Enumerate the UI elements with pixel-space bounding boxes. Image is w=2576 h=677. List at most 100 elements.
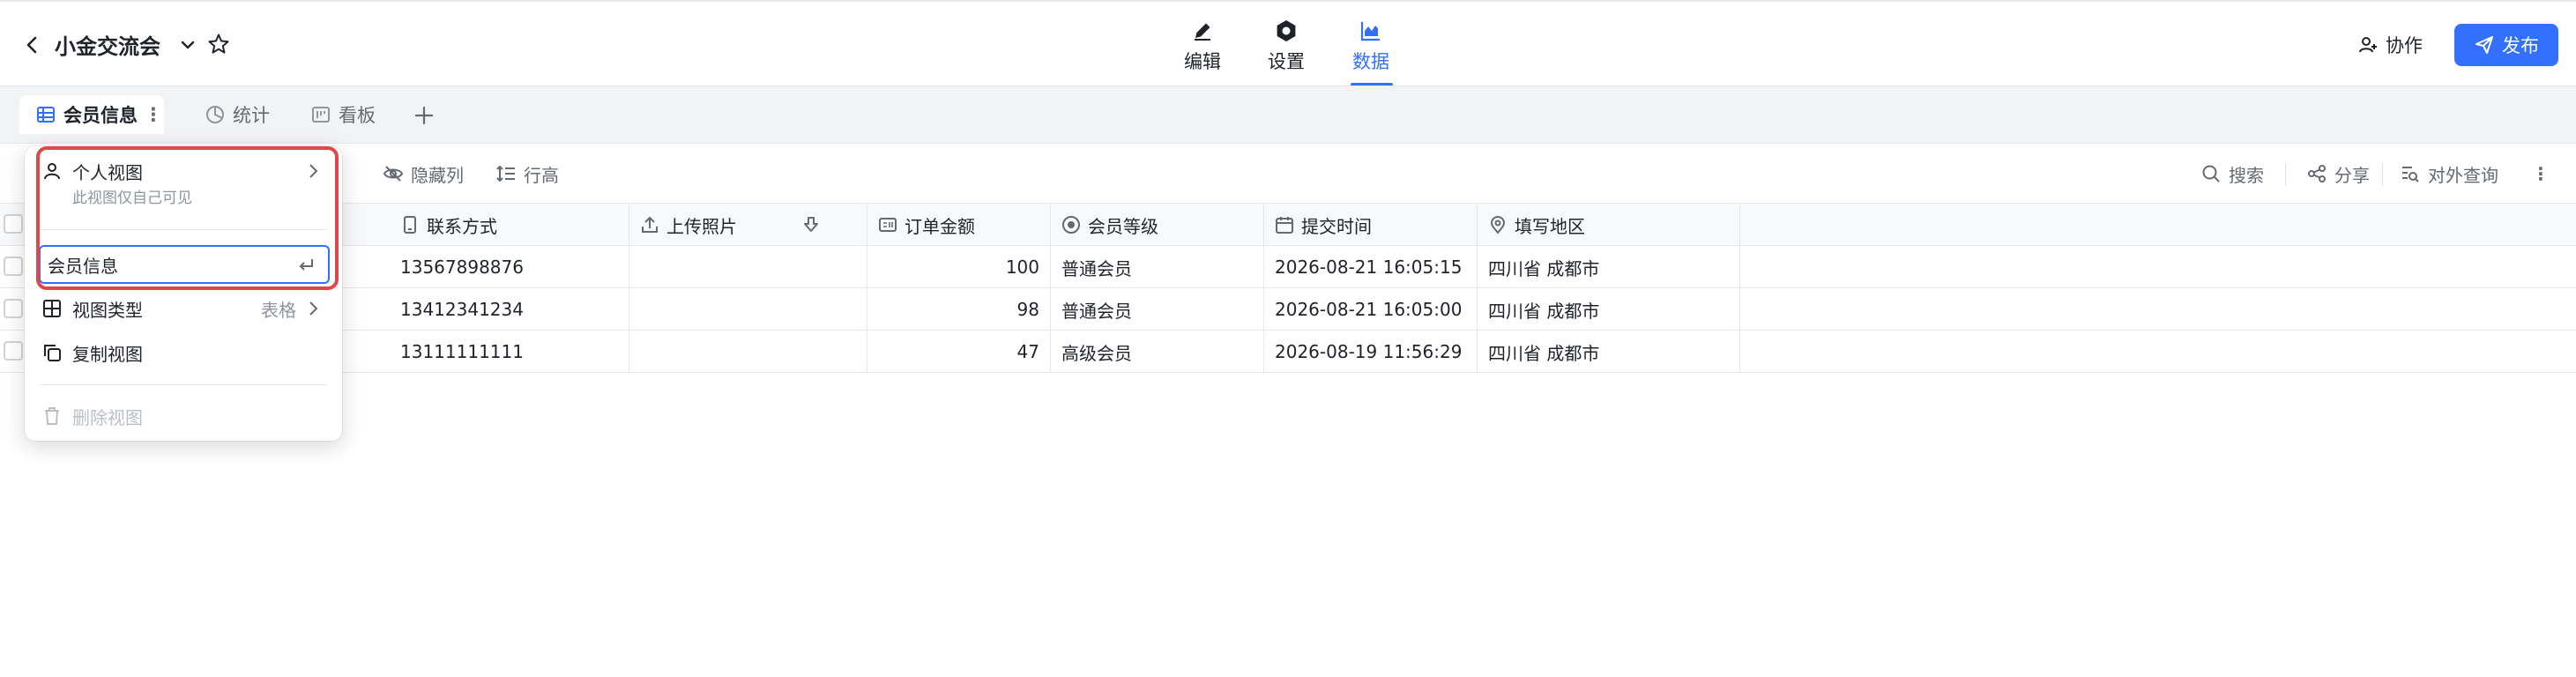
column-header-photo[interactable]: 上传照片 (629, 204, 867, 246)
external-query-button[interactable]: 对外查询 (2400, 161, 2498, 186)
menu-item-copy-view[interactable]: 复制视图 (25, 337, 342, 368)
pie-chart-icon (205, 104, 226, 125)
search-icon (2200, 163, 2222, 184)
column-header-label: 填写地区 (1515, 215, 1585, 237)
menu-item-description: 此视图仅自己可见 (72, 190, 192, 207)
cell-amount[interactable]: 100 (867, 246, 1051, 288)
cell-level[interactable]: 普通会员 (1051, 288, 1264, 331)
mode-tab-edit[interactable]: 编辑 (1172, 18, 1233, 74)
cell-time[interactable]: 2026-08-19 11:56:29 (1264, 331, 1478, 373)
kanban-icon (310, 104, 331, 125)
table-row[interactable]: 13111111111 47 高级会员 2026-08-19 11:56:29 … (0, 331, 2576, 373)
toolbar-divider (2285, 163, 2286, 186)
row-checkbox[interactable] (4, 257, 23, 276)
row-checkbox[interactable] (4, 299, 23, 318)
column-header-label: 订单金额 (905, 215, 975, 237)
menu-item-delete-view[interactable]: 删除视图 (25, 400, 342, 432)
table-row[interactable]: 13567898876 100 普通会员 2026-08-21 16:05:15… (0, 246, 2576, 288)
view-tab-bar: 会员信息 ⋮ 统计 看板 (0, 86, 2576, 144)
cell-phone[interactable]: 13567898876 (390, 246, 629, 288)
cell-photo[interactable] (629, 246, 867, 288)
more-vertical-icon[interactable]: ⋮ (145, 102, 163, 127)
mode-tab-data[interactable]: 数据 (1340, 18, 1402, 74)
cell-region[interactable]: 四川省 成都市 (1478, 288, 1740, 331)
enter-key-icon[interactable] (296, 256, 316, 275)
column-header-amount[interactable]: 订单金额 (867, 204, 1051, 246)
upload-icon (640, 215, 659, 234)
tab-member-info[interactable]: 会员信息 ⋮ (35, 99, 163, 130)
select-all-checkbox[interactable] (4, 214, 23, 234)
cell-phone[interactable]: 13412341234 (390, 288, 629, 331)
more-vertical-icon[interactable]: ⋮ (2532, 161, 2550, 186)
cell-amount[interactable]: 98 (867, 288, 1051, 331)
share-icon (2306, 163, 2327, 184)
column-header-level[interactable]: 会员等级 (1051, 204, 1264, 246)
send-icon (2474, 34, 2495, 56)
external-query-icon (2400, 163, 2421, 184)
tab-label: 会员信息 (63, 105, 138, 126)
trash-icon (42, 406, 62, 426)
row-checkbox[interactable] (4, 341, 23, 361)
cell-time[interactable]: 2026-08-21 16:05:00 (1264, 288, 1478, 331)
view-name-input[interactable] (41, 253, 279, 276)
star-icon[interactable] (206, 32, 231, 56)
view-toolbar: 序 隐藏列 行高 搜索 分享 对外查询 ⋮ (0, 144, 2576, 204)
mode-tab-label: 数据 (1352, 51, 1389, 72)
column-header-label: 提交时间 (1301, 215, 1372, 237)
mode-tab-settings[interactable]: 设置 (1255, 18, 1317, 74)
row-height-icon (495, 163, 517, 184)
share-button[interactable]: 分享 (2306, 161, 2370, 186)
toolbar-label: 分享 (2334, 164, 2370, 186)
tab-kanban[interactable]: 看板 (310, 99, 376, 130)
collaborate-button[interactable]: 协作 (2357, 32, 2423, 58)
back-arrow-icon[interactable] (19, 32, 46, 58)
row-height-button[interactable]: 行高 (495, 161, 559, 186)
menu-item-personal-view[interactable]: 个人视图 (25, 155, 342, 187)
column-header-time[interactable]: 提交时间 (1264, 204, 1478, 246)
column-header-region[interactable]: 填写地区 (1478, 204, 1740, 246)
menu-divider (39, 229, 328, 230)
menu-item-label: 视图类型 (72, 299, 143, 321)
user-icon (2357, 34, 2379, 56)
chevron-right-icon (303, 161, 323, 181)
menu-item-label: 个人视图 (72, 161, 143, 183)
cell-phone[interactable]: 13111111111 (390, 331, 629, 373)
copy-icon (42, 343, 62, 362)
toolbar-label: 行高 (524, 164, 559, 186)
cell-region[interactable]: 四川省 成都市 (1478, 246, 1740, 288)
toolbar-divider (2382, 163, 2383, 186)
cell-time[interactable]: 2026-08-21 16:05:15 (1264, 246, 1478, 288)
settings-icon (1273, 18, 1299, 44)
grid-icon (42, 299, 62, 318)
user-icon (42, 161, 62, 181)
chevron-down-icon[interactable] (176, 33, 199, 56)
cell-amount[interactable]: 47 (867, 331, 1051, 373)
menu-divider (39, 384, 328, 385)
tab-statistics[interactable]: 统计 (205, 99, 270, 130)
location-icon (1488, 215, 1508, 234)
add-view-plus-icon[interactable] (411, 102, 437, 129)
cell-photo[interactable] (629, 331, 867, 373)
column-header-phone[interactable]: 联系方式 (390, 204, 629, 246)
table-row[interactable]: 13412341234 98 普通会员 2026-08-21 16:05:00 … (0, 288, 2576, 331)
app-header: 小金交流会 编辑 设置 数据 协作 发布 (0, 0, 2576, 86)
table-icon (35, 104, 56, 125)
menu-item-view-type[interactable]: 视图类型 表格 (25, 293, 342, 324)
hide-columns-button[interactable]: 隐藏列 (383, 161, 464, 186)
chevron-right-icon (303, 299, 323, 318)
cell-level[interactable]: 普通会员 (1051, 246, 1264, 288)
phone-icon (400, 215, 420, 234)
column-header-label: 会员等级 (1088, 215, 1158, 237)
search-button[interactable]: 搜索 (2200, 161, 2264, 186)
download-icon[interactable] (801, 215, 821, 234)
cell-level[interactable]: 高级会员 (1051, 331, 1264, 373)
menu-item-label: 删除视图 (72, 406, 143, 428)
publish-button[interactable]: 发布 (2454, 24, 2558, 66)
view-type-value: 表格 (261, 299, 296, 321)
cell-photo[interactable] (629, 288, 867, 331)
tab-label: 看板 (339, 105, 376, 126)
cell-region[interactable]: 四川省 成都市 (1478, 331, 1740, 373)
view-rename-field[interactable] (39, 245, 330, 284)
tab-label: 统计 (233, 105, 270, 126)
column-header-label: 联系方式 (427, 215, 497, 237)
